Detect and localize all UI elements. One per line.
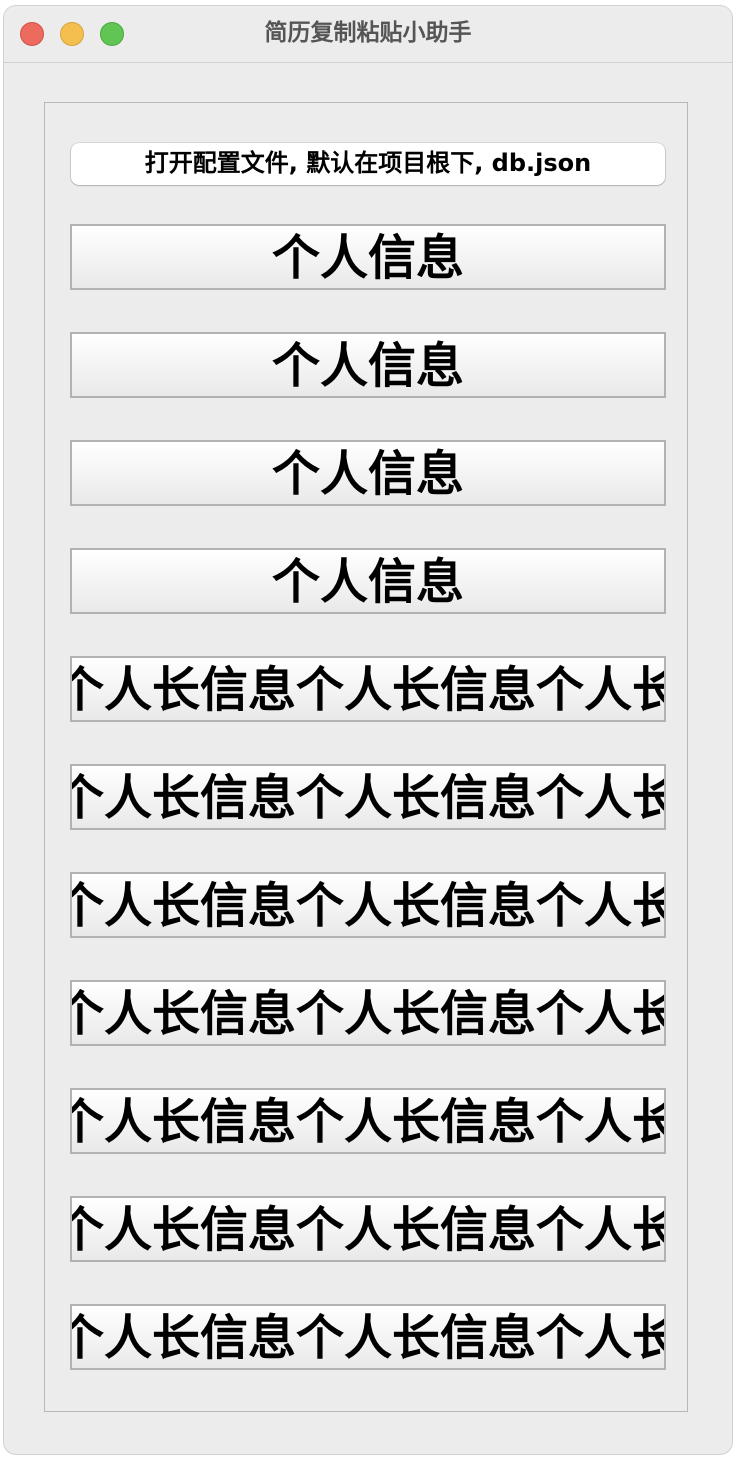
long-info-button[interactable]: 个人长信息个人长信息个人长信息个人长信息个人长 [70,1196,666,1262]
info-button-label: 个人信息 [271,338,465,394]
info-button-label: 个人信息 [271,230,465,286]
long-info-button[interactable]: 个人长信息个人长信息个人长信息个人长信息个人长 [70,872,666,938]
app-window: 简历复制粘贴小助手 打开配置文件, 默认在项目根下, db.json 个人信息 … [4,6,732,1454]
long-info-button-label: 个人长信息个人长信息个人长信息个人长信息个人长 [70,878,664,934]
long-info-button[interactable]: 个人长信息个人长信息个人长信息个人长信息个人长 [70,1304,666,1370]
info-button[interactable]: 个人信息 [70,440,666,506]
long-info-button[interactable]: 个人长信息个人长信息个人长信息个人长信息个人长 [70,1088,666,1154]
info-button[interactable]: 个人信息 [70,224,666,290]
long-info-button[interactable]: 个人长信息个人长信息个人长信息个人长信息个人长 [70,980,666,1046]
long-info-button-label: 个人长信息个人长信息个人长信息个人长信息个人长 [70,1310,664,1366]
info-button-label: 个人信息 [271,446,465,502]
long-info-button-label: 个人长信息个人长信息个人长信息个人长信息个人长 [70,770,664,826]
long-info-button-label: 个人长信息个人长信息个人长信息个人长信息个人长 [70,986,664,1042]
window-title: 简历复制粘贴小助手 [264,20,472,46]
long-info-button-label: 个人长信息个人长信息个人长信息个人长信息个人长 [70,1094,664,1150]
long-info-button[interactable]: 个人长信息个人长信息个人长信息个人长信息个人长 [70,656,666,722]
open-config-button[interactable]: 打开配置文件, 默认在项目根下, db.json [71,143,665,185]
title-bar[interactable]: 简历复制粘贴小助手 [4,6,732,63]
button-panel: 打开配置文件, 默认在项目根下, db.json 个人信息 个人信息 个人信息 … [44,102,688,1412]
info-button-label: 个人信息 [271,554,465,610]
long-info-button-label: 个人长信息个人长信息个人长信息个人长信息个人长 [70,662,664,718]
info-button[interactable]: 个人信息 [70,548,666,614]
info-button[interactable]: 个人信息 [70,332,666,398]
long-info-button[interactable]: 个人长信息个人长信息个人长信息个人长信息个人长 [70,764,666,830]
long-info-button-label: 个人长信息个人长信息个人长信息个人长信息个人长 [70,1202,664,1258]
